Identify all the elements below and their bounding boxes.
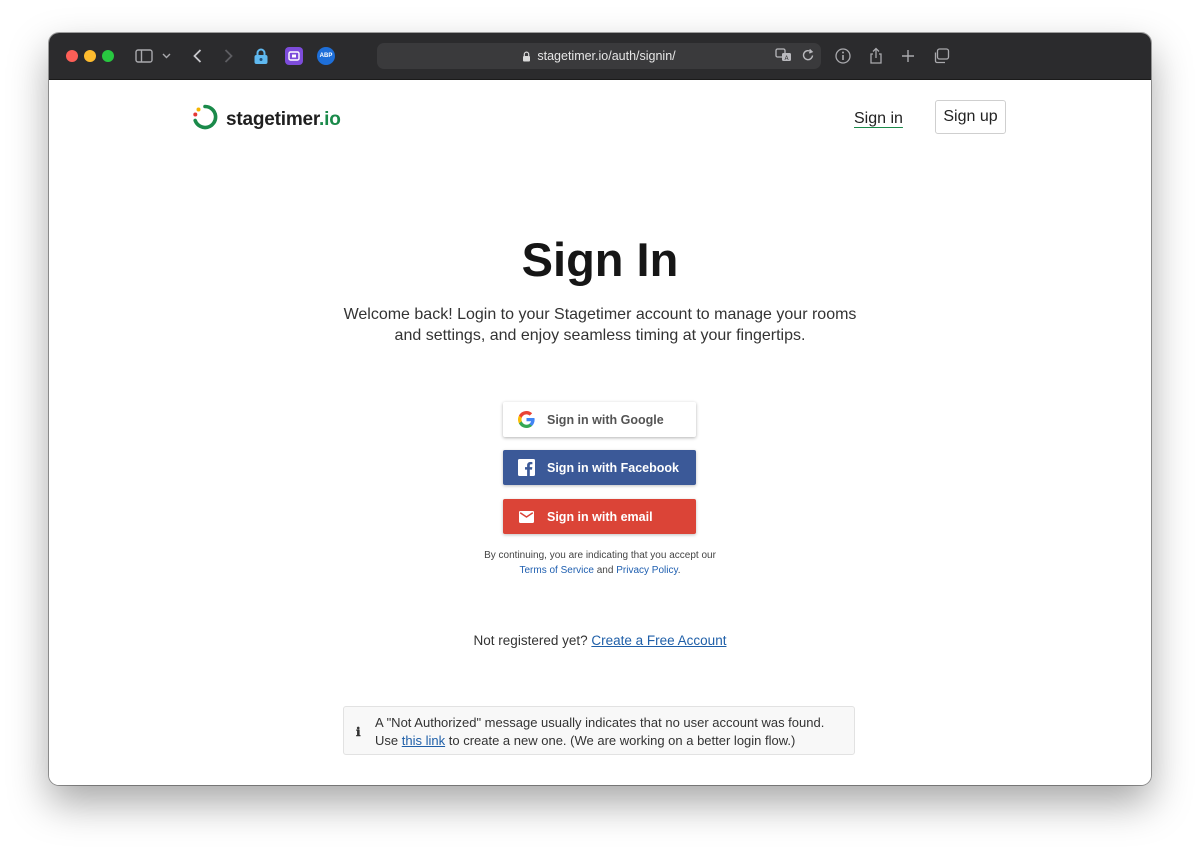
facebook-icon [517,459,535,477]
register-prompt-text: Not registered yet? [473,633,588,648]
terms-end: . [677,565,681,576]
stagetimer-logo-icon [192,104,218,135]
terms-and: and [596,565,614,576]
plus-icon[interactable] [899,45,917,67]
reload-icon[interactable] [801,47,815,66]
signup-button[interactable]: Sign up [935,100,1006,134]
info-notice: ℹ A "Not Authorized" message usually ind… [343,706,855,755]
purple-extension-icon[interactable] [285,47,303,65]
terms-of-service-link[interactable]: Terms of Service [520,565,594,576]
notice-prefix: Use [375,733,399,748]
terms-notice: By continuing, you are indicating that y… [400,548,800,578]
google-icon [517,411,535,429]
url-text: stagetimer.io/auth/signin/ [537,49,676,63]
page-subtitle: Welcome back! Login to your Stagetimer a… [343,306,857,344]
info-icon: ℹ [356,725,361,739]
chevron-down-icon[interactable] [159,45,173,67]
privacy-policy-link[interactable]: Privacy Policy [616,565,678,576]
logo-text: stagetimer.io [226,109,341,131]
notice-line1: A "Not Authorized" message usually indic… [375,715,825,730]
logo-suffix: .io [319,108,341,130]
site-logo[interactable]: stagetimer.io [192,104,341,135]
page-content: stagetimer.io Sign in Sign up Sign In We… [49,80,1151,785]
maximize-window-button[interactable] [102,50,114,62]
facebook-signin-label: Sign in with Facebook [547,460,679,475]
logo-name: stagetimer [226,108,320,130]
translate-icon[interactable]: A [775,47,793,66]
email-signin-button[interactable]: Sign in with email [503,499,696,534]
address-bar[interactable]: stagetimer.io/auth/signin/ A [377,43,821,69]
notice-link[interactable]: this link [402,733,445,748]
forward-icon[interactable] [220,45,236,67]
browser-toolbar: ABP stagetimer.io/auth/signin/ A [49,33,1151,80]
close-window-button[interactable] [66,50,78,62]
lock-extension-icon[interactable] [252,47,270,65]
page-title: Sign In [521,233,679,286]
notice-suffix: to create a new one. (We are working on … [448,733,796,748]
info-notice-message: A "Not Authorized" message usually indic… [375,714,845,750]
terms-prefix: By continuing, you are indicating that y… [484,550,716,561]
create-account-link[interactable]: Create a Free Account [591,633,726,648]
lock-icon [522,51,531,62]
facebook-signin-button[interactable]: Sign in with Facebook [503,450,696,485]
browser-window: ABP stagetimer.io/auth/signin/ A stageti… [49,33,1151,785]
google-signin-button[interactable]: Sign in with Google [503,402,696,437]
register-prompt: Not registered yet? Create a Free Accoun… [49,633,1151,648]
sidebar-icon[interactable] [134,45,154,67]
minimize-window-button[interactable] [84,50,96,62]
nav-signin-link[interactable]: Sign in [854,110,903,128]
info-icon[interactable] [834,45,852,67]
tabs-icon[interactable] [932,45,950,67]
google-signin-label: Sign in with Google [547,412,664,427]
mail-icon [517,508,535,526]
abp-extension-icon[interactable]: ABP [317,47,335,65]
email-signin-label: Sign in with email [547,509,653,524]
back-icon[interactable] [189,45,205,67]
share-icon[interactable] [867,45,885,67]
